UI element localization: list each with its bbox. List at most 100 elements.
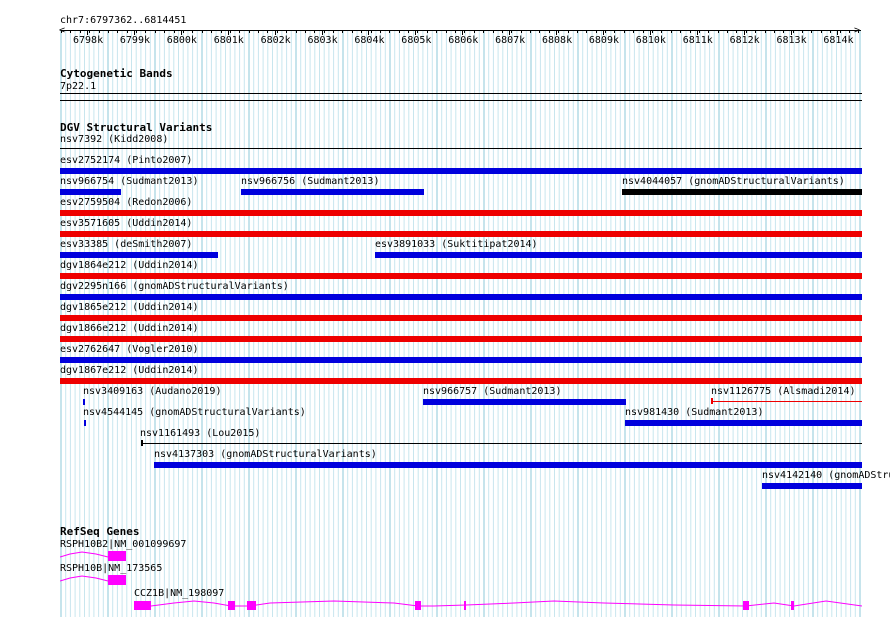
ruler-minor-tick bbox=[229, 30, 231, 33]
ruler-minor-tick bbox=[192, 30, 194, 33]
dgv-feature-label[interactable]: dgv1866e212 (Uddin2014) bbox=[60, 323, 198, 334]
ruler-minor-tick bbox=[839, 30, 841, 33]
ruler-minor-tick bbox=[286, 30, 288, 33]
ruler-minor-tick bbox=[408, 30, 410, 33]
dgv-feature-bar[interactable] bbox=[60, 210, 862, 216]
dgv-feature-label[interactable]: nsv981430 (Sudmant2013) bbox=[625, 407, 763, 418]
dgv-feature-label[interactable]: dgv1865e212 (Uddin2014) bbox=[60, 302, 198, 313]
dgv-feature-tick bbox=[141, 440, 143, 446]
dgv-feature-bar[interactable] bbox=[622, 189, 862, 195]
ruler-minor-tick bbox=[698, 30, 700, 33]
dgv-feature-bar[interactable] bbox=[84, 420, 86, 426]
dgv-track-title: DGV Structural Variants bbox=[60, 121, 213, 134]
ruler-tick-label: 6807k bbox=[495, 35, 526, 46]
ruler-tick-label: 6803k bbox=[307, 35, 338, 46]
ruler-tick-label: 6811k bbox=[682, 35, 713, 46]
gene-model[interactable] bbox=[134, 597, 862, 613]
ruler-minor-tick bbox=[126, 30, 128, 33]
dgv-feature-label[interactable]: nsv966756 (Sudmant2013) bbox=[241, 176, 379, 187]
ruler-minor-tick bbox=[530, 30, 531, 33]
dgv-feature-bar[interactable] bbox=[625, 420, 862, 426]
ruler-minor-tick bbox=[248, 30, 250, 33]
dgv-feature-label[interactable]: nsv4544145 (gnomADStructuralVariants) bbox=[83, 407, 306, 418]
dgv-feature-label[interactable]: nsv966757 (Sudmant2013) bbox=[423, 386, 561, 397]
ruler-minor-tick bbox=[314, 30, 316, 33]
ruler-minor-tick bbox=[323, 30, 325, 33]
dgv-feature-bar[interactable] bbox=[241, 189, 424, 195]
dgv-feature-tick bbox=[711, 398, 713, 404]
dgv-feature-bar[interactable] bbox=[423, 399, 626, 405]
ruler-minor-tick bbox=[605, 30, 606, 33]
ruler-minor-tick bbox=[426, 30, 428, 33]
ruler-minor-tick bbox=[182, 30, 184, 33]
dgv-feature-bar[interactable] bbox=[141, 443, 862, 444]
dgv-feature-bar[interactable] bbox=[154, 462, 862, 468]
ruler-minor-tick bbox=[342, 30, 344, 33]
ruler-minor-tick bbox=[98, 30, 100, 33]
track-separator bbox=[60, 100, 862, 101]
ruler-minor-tick bbox=[201, 30, 203, 33]
ruler-minor-tick bbox=[717, 30, 719, 33]
dgv-feature-bar[interactable] bbox=[60, 148, 862, 149]
dgv-feature-bar[interactable] bbox=[60, 189, 121, 195]
dgv-feature-label[interactable]: esv33385 (deSmith2007) bbox=[60, 239, 192, 250]
genome-browser-tracks: chr7:6797362..6814451 < > 6798k 6799k 6800… bbox=[0, 0, 890, 617]
dgv-feature-bar[interactable] bbox=[60, 168, 862, 174]
dgv-feature-bar[interactable] bbox=[83, 399, 85, 405]
dgv-feature-label[interactable]: esv2759504 (Redon2006) bbox=[60, 197, 192, 208]
dgv-feature-label[interactable]: dgv2295n166 (gnomADStructuralVariants) bbox=[60, 281, 289, 292]
ruler-minor-tick bbox=[586, 30, 588, 33]
ruler-minor-tick bbox=[258, 30, 259, 33]
gene-model[interactable] bbox=[60, 572, 130, 586]
dgv-feature-label[interactable]: nsv4044057 (gnomADStructuralVariants) bbox=[622, 176, 845, 187]
dgv-feature-label[interactable]: esv2762647 (Vogler2010) bbox=[60, 344, 198, 355]
ruler-minor-tick bbox=[379, 30, 381, 33]
dgv-feature-label[interactable]: dgv1864e212 (Uddin2014) bbox=[60, 260, 198, 271]
ruler-minor-tick bbox=[304, 30, 306, 33]
ruler-minor-tick bbox=[61, 30, 62, 33]
dgv-feature-bar[interactable] bbox=[60, 273, 862, 279]
dgv-feature-bar[interactable] bbox=[60, 357, 862, 363]
dgv-feature-label[interactable]: esv3571605 (Uddin2014) bbox=[60, 218, 192, 229]
dgv-feature-label[interactable]: nsv1161493 (Lou2015) bbox=[140, 428, 260, 439]
gene-model[interactable] bbox=[60, 548, 130, 562]
ruler-tick-label: 6802k bbox=[260, 35, 291, 46]
ruler-minor-tick bbox=[351, 30, 353, 33]
dgv-feature-bar[interactable] bbox=[60, 231, 862, 237]
dgv-feature-bar[interactable] bbox=[762, 483, 862, 489]
ruler-minor-tick bbox=[539, 30, 541, 33]
ruler-minor-tick bbox=[708, 30, 710, 33]
dgv-feature-bar[interactable] bbox=[60, 336, 862, 342]
ruler-tick-label: 6812k bbox=[729, 35, 760, 46]
dgv-feature-label[interactable]: nsv3409163 (Audano2019) bbox=[83, 386, 221, 397]
ruler-tick-label: 6809k bbox=[588, 35, 619, 46]
dgv-feature-label[interactable]: esv3891033 (Suktitipat2014) bbox=[375, 239, 538, 250]
ruler-minor-tick bbox=[755, 30, 757, 33]
dgv-feature-bar[interactable] bbox=[60, 252, 218, 258]
dgv-feature-label[interactable]: nsv1126775 (Alsmadi2014) bbox=[711, 386, 856, 397]
cytoband-line bbox=[60, 93, 862, 94]
dgv-feature-bar[interactable] bbox=[60, 315, 862, 321]
dgv-feature-bar[interactable] bbox=[711, 401, 862, 402]
dgv-feature-label[interactable]: esv2752174 (Pinto2007) bbox=[60, 155, 192, 166]
dgv-feature-bar[interactable] bbox=[60, 378, 862, 384]
ruler-minor-tick bbox=[764, 30, 766, 33]
ruler-minor-tick bbox=[680, 30, 682, 33]
ruler-tick-label: 6799k bbox=[119, 35, 150, 46]
dgv-feature-label[interactable]: dgv1867e212 (Uddin2014) bbox=[60, 365, 198, 376]
dgv-feature-bar[interactable] bbox=[375, 252, 862, 258]
dgv-feature-label[interactable]: nsv4137303 (gnomADStructuralVariants) bbox=[154, 449, 377, 460]
dgv-feature-label[interactable]: nsv966754 (Sudmant2013) bbox=[60, 176, 198, 187]
ruler-minor-tick bbox=[276, 30, 278, 33]
ruler-minor-tick bbox=[511, 30, 513, 33]
dgv-feature-bar[interactable] bbox=[60, 294, 862, 300]
dgv-feature-label[interactable]: nsv7392 (Kidd2008) bbox=[60, 134, 168, 145]
ruler-tick-label: 6800k bbox=[166, 35, 197, 46]
ruler-minor-tick bbox=[267, 30, 269, 33]
ruler-minor-tick bbox=[464, 30, 466, 33]
ruler-minor-tick bbox=[220, 30, 222, 33]
ruler-minor-tick bbox=[783, 30, 785, 33]
ruler-tick-label: 6813k bbox=[776, 35, 807, 46]
ruler-minor-tick bbox=[830, 30, 832, 33]
dgv-feature-label[interactable]: nsv4142140 (gnomADStru bbox=[762, 470, 890, 481]
